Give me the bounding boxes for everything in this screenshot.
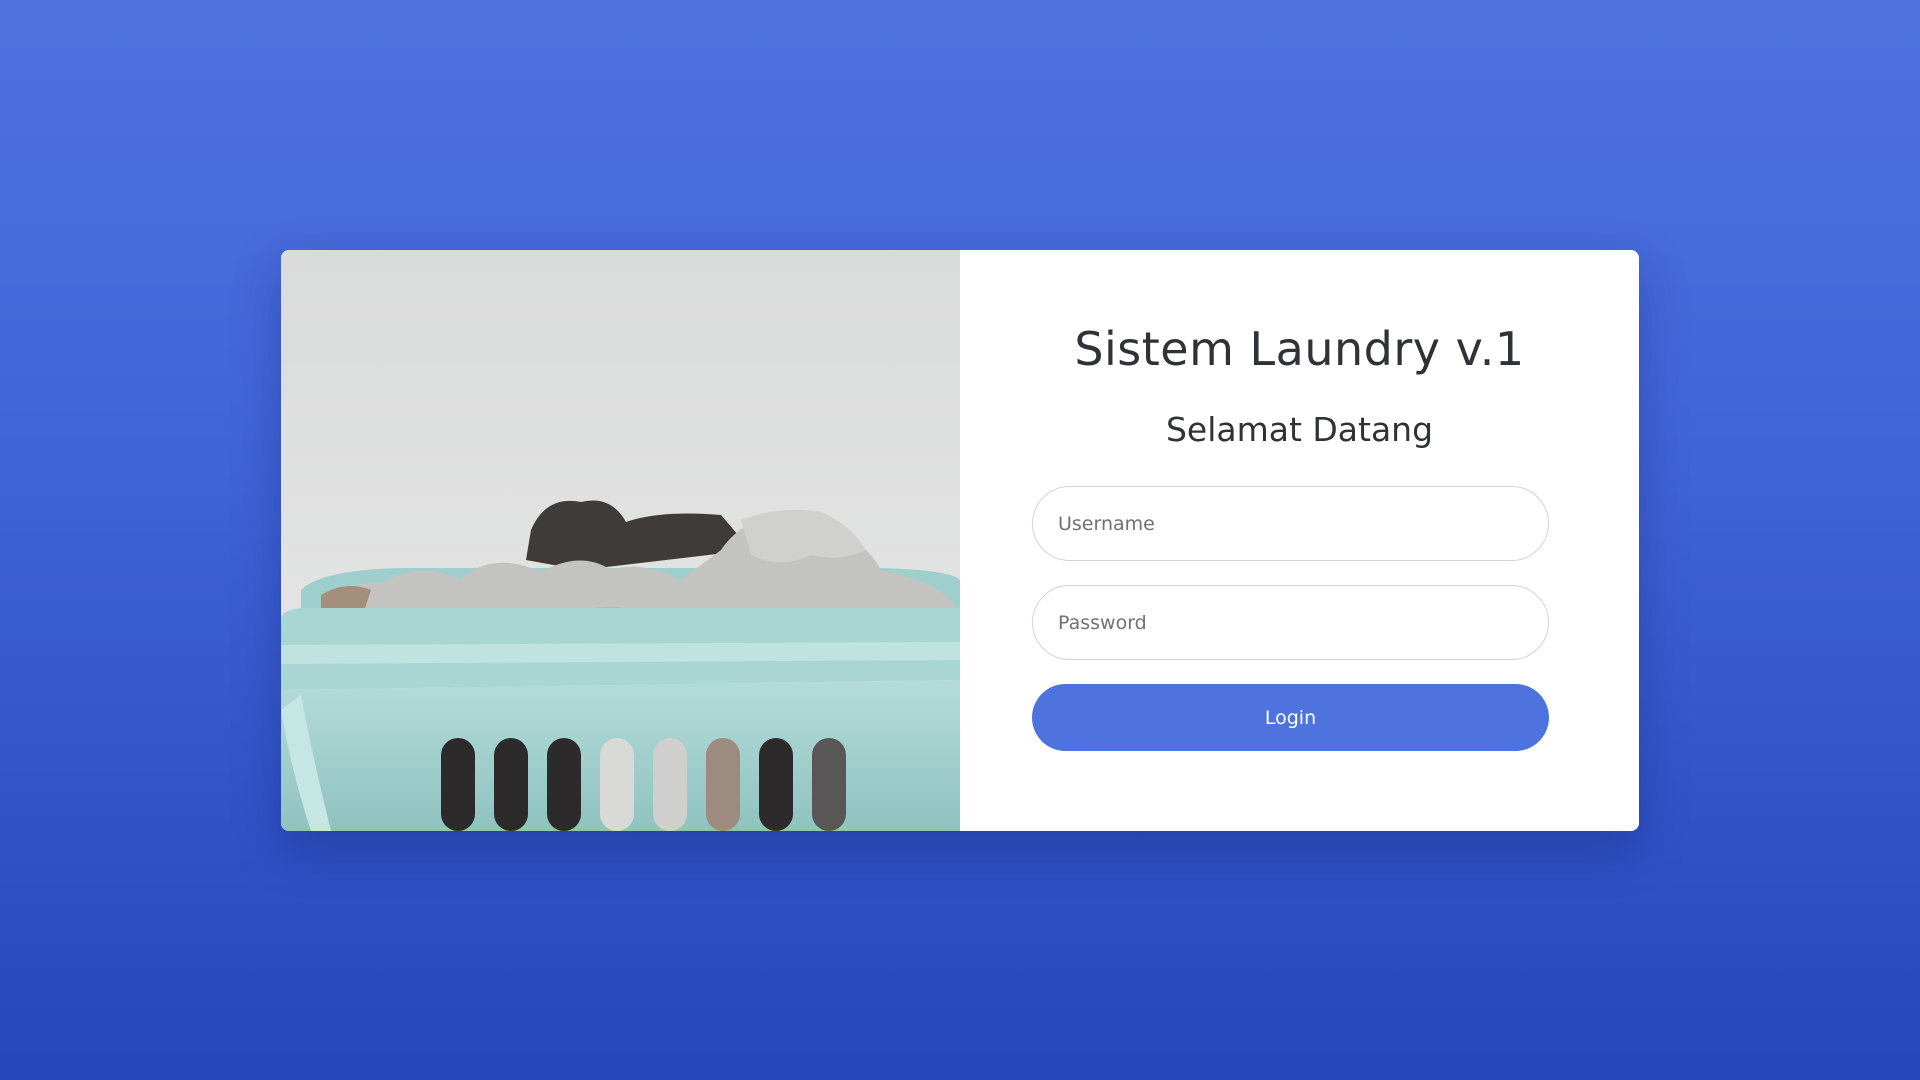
app-title: Sistem Laundry v.1 — [1074, 322, 1525, 376]
welcome-heading: Selamat Datang — [1165, 410, 1434, 449]
username-input[interactable] — [1032, 486, 1549, 561]
laundry-basket-illustration — [281, 250, 960, 831]
login-button[interactable]: Login — [1032, 684, 1549, 751]
login-card: Sistem Laundry v.1 Selamat Datang Login — [281, 250, 1639, 831]
login-form-panel: Sistem Laundry v.1 Selamat Datang Login — [960, 250, 1639, 831]
login-form: Login — [1032, 486, 1567, 751]
laundry-basket-image — [281, 250, 960, 831]
password-input[interactable] — [1032, 585, 1549, 660]
